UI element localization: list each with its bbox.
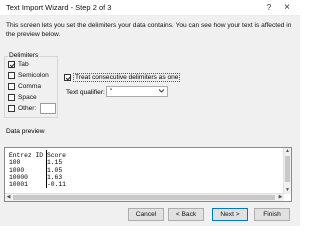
vertical-scroll-thumb[interactable] xyxy=(285,156,290,182)
delimiters-group: Delimiters Tab Semicolon Comma Space Oth… xyxy=(4,52,58,118)
scroll-left-icon[interactable]: ◀ xyxy=(5,194,12,201)
other-label: Other: xyxy=(18,105,37,112)
data-preview-content: Entrez ID Score 100 1.15 1000 1.05 10000 1.63 10… xyxy=(9,152,66,188)
text-qualifier-value: " xyxy=(110,88,113,95)
delimiters-group-label: Delimiters xyxy=(8,52,40,59)
data-preview-label: Data preview xyxy=(6,128,45,135)
preview-row: 10000 1.63 xyxy=(9,174,66,181)
comma-label: Comma xyxy=(18,83,42,90)
tab-checkbox[interactable] xyxy=(8,61,15,68)
back-button[interactable]: < Back xyxy=(168,208,204,221)
instructions-text: This screen lets you set the delimiters … xyxy=(6,22,292,38)
semicolon-checkbox[interactable] xyxy=(8,72,15,79)
space-checkbox-row[interactable]: Space xyxy=(8,93,37,102)
comma-checkbox-row[interactable]: Comma xyxy=(8,82,41,91)
finish-button[interactable]: Finish xyxy=(254,208,290,221)
comma-checkbox[interactable] xyxy=(8,83,15,90)
vertical-scrollbar[interactable]: ▲ ▼ xyxy=(283,148,291,194)
semicolon-label: Semicolon xyxy=(18,72,49,79)
preview-cell: Score xyxy=(47,152,66,159)
preview-cell: 1000 xyxy=(9,166,25,174)
preview-cell: 10000 xyxy=(9,173,28,181)
consecutive-delimiters-checkbox[interactable] xyxy=(64,73,71,81)
preview-cell: 10001 xyxy=(9,181,28,189)
data-preview-box[interactable]: Entrez ID Score 100 1.15 1000 1.05 10000 1.63 10… xyxy=(4,147,292,202)
preview-cell: 1.15 xyxy=(47,159,63,167)
consecutive-delimiters-row[interactable]: Treat consecutive delimiters as one xyxy=(64,72,181,82)
preview-cell: -0.11 xyxy=(47,181,66,189)
other-delimiter-input[interactable] xyxy=(40,103,56,114)
preview-cell: Entrez ID xyxy=(9,152,44,159)
horizontal-scrollbar[interactable]: ◀ ▶ xyxy=(5,193,284,201)
horizontal-scroll-thumb[interactable] xyxy=(13,195,275,200)
semicolon-checkbox-row[interactable]: Semicolon xyxy=(8,71,49,80)
scroll-up-icon[interactable]: ▲ xyxy=(284,148,291,155)
text-qualifier-select[interactable]: " xyxy=(106,86,168,97)
title-bar: Text Import Wizard - Step 2 of 3 ? × xyxy=(0,0,300,16)
scroll-down-icon[interactable]: ▼ xyxy=(284,187,291,194)
scroll-right-icon[interactable]: ▶ xyxy=(277,194,284,201)
next-button[interactable]: Next > xyxy=(212,208,248,221)
preview-row: 100 1.15 xyxy=(9,159,66,166)
preview-cell: 100 xyxy=(9,159,21,167)
close-icon[interactable]: × xyxy=(280,1,294,14)
tab-label: Tab xyxy=(18,61,29,68)
preview-row: 1000 1.05 xyxy=(9,167,66,174)
space-checkbox[interactable] xyxy=(8,94,15,101)
chevron-down-icon[interactable] xyxy=(157,87,166,96)
preview-header-row: Entrez ID Score xyxy=(9,152,66,159)
cancel-button[interactable]: Cancel xyxy=(128,208,164,221)
other-checkbox[interactable] xyxy=(8,105,15,112)
consecutive-delimiters-label: Treat consecutive delimiters as one xyxy=(73,72,181,82)
preview-cell: 1.05 xyxy=(47,166,63,174)
preview-row: 10001 -0.11 xyxy=(9,181,66,188)
tab-checkbox-row[interactable]: Tab xyxy=(8,60,29,69)
other-checkbox-row[interactable]: Other: xyxy=(8,104,36,113)
space-label: Space xyxy=(18,94,37,101)
column-break-line[interactable] xyxy=(46,150,47,188)
preview-cell: 1.63 xyxy=(47,173,63,181)
text-qualifier-label: Text qualifier: xyxy=(66,89,105,96)
window-title: Text Import Wizard - Step 2 of 3 xyxy=(6,3,112,12)
help-icon[interactable]: ? xyxy=(262,1,276,14)
dialog-body: This screen lets you set the delimiters … xyxy=(0,16,300,226)
